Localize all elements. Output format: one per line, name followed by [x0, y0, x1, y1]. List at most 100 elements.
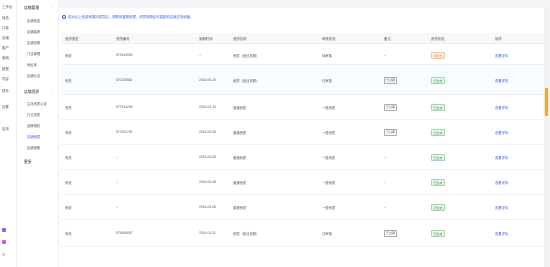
sidebar-item-entity-cert[interactable]: 主体资质认证	[27, 101, 47, 106]
cell-status: 一般资质	[322, 206, 336, 210]
rail-item-data[interactable]: 数据	[2, 66, 9, 71]
view-details-link[interactable]: 查看详情	[495, 155, 508, 160]
table-row: 有效 577314263 2024-04-19 普通资质 一般资质 已过期 已生…	[61, 95, 548, 120]
status-badge: 已生效	[431, 179, 445, 187]
status-badge: 待生效	[431, 52, 445, 60]
cell-name: 普通资质	[233, 181, 247, 185]
cell-type: 有效	[65, 79, 72, 83]
rail-item-apps[interactable]: 应用	[2, 126, 9, 131]
table-row: 有效 -- 2024-04-08 普通资质 一般资质 -- 已生效 查看详情	[61, 195, 548, 220]
cell-status: 已审核	[322, 79, 332, 83]
notice-banner: 如对以上信息有疑问或异议，请联系客服处理，资质到期后可能影响店铺正常经营。	[62, 14, 194, 20]
sidebar-group-qualification[interactable]: 店铺资质 ⌃	[24, 90, 54, 95]
view-details-link[interactable]: 查看详情	[495, 105, 508, 110]
cell-name: 普通资质	[233, 206, 247, 210]
cell-code: --	[116, 155, 119, 159]
cell-status: 一般资质	[322, 106, 336, 110]
th-action: 操作	[495, 37, 502, 41]
table-row: 有效 579140505 -- 资质（营业执照） 待审核 -- 待生效 查看详情	[61, 45, 548, 65]
cell-code: --	[116, 180, 119, 184]
sidebar-item-industry[interactable]: 行业资质	[27, 112, 40, 117]
cell-type: 有效	[65, 131, 72, 135]
chevron-up-icon: ⌃	[51, 90, 54, 94]
cell-date: 2024-04-08	[199, 180, 216, 184]
status-badge: 已生效	[431, 154, 445, 162]
cell-date: 2024-04-19	[199, 105, 216, 109]
cell-date: 2024-03-21	[199, 231, 216, 235]
info-icon	[62, 15, 66, 20]
note-tag: 已过期	[384, 77, 398, 84]
sidebar-item-address[interactable]: 地址库	[27, 62, 37, 67]
rail-item-marketing[interactable]: 营销	[2, 55, 9, 60]
cell-status: 已审核	[322, 232, 332, 236]
cell-status: 一般资质	[322, 181, 336, 185]
rail-item-content[interactable]: 内容	[2, 76, 9, 81]
note-tag: 已过期	[384, 104, 398, 111]
rail-item-settings[interactable]: 设置	[2, 104, 9, 109]
main-panel: 如对以上信息有疑问或异议，请联系客服处理，资质到期后可能影响店铺正常经营。 资质…	[59, 8, 548, 267]
view-details-link[interactable]: 查看详情	[495, 130, 508, 135]
status-badge: 已生效	[431, 129, 445, 137]
table-row: 有效 578340657 2024-03-21 资质（营业执照） 已审核 已过期…	[61, 220, 548, 247]
cell-type: 有效	[65, 54, 72, 58]
note-tag: 已过期	[384, 230, 398, 237]
rail-item-customers[interactable]: 客户	[2, 45, 9, 50]
table-row: 有效 -- 2024-04-08 普通资质 一般资质 -- 已生效 查看详情	[61, 170, 548, 195]
th-date: 到期时间	[199, 37, 213, 41]
cell-note: --	[384, 53, 387, 57]
rail-item-orders[interactable]: 订单	[2, 25, 9, 30]
cell-type: 有效	[65, 206, 72, 210]
cell-name: 资质（营业执照）	[233, 54, 260, 58]
assistant-icon[interactable]	[2, 228, 6, 232]
view-details-link[interactable]: 查看详情	[495, 78, 508, 83]
view-details-link[interactable]: 查看详情	[495, 53, 508, 58]
view-details-link[interactable]: 查看详情	[495, 180, 508, 185]
vertical-scrollbar[interactable]	[544, 8, 549, 267]
cell-name: 资质（营业执照）	[233, 79, 260, 83]
rail-item-shop[interactable]: 店铺	[2, 35, 9, 40]
cell-name: 普通资质	[233, 156, 247, 160]
view-details-link[interactable]: 查看详情	[495, 205, 508, 210]
sidebar-item-shop-info[interactable]: 店铺信息	[27, 18, 40, 23]
rail-item-workbench[interactable]: 工作台	[2, 4, 12, 9]
cell-code: 579140505	[116, 53, 133, 57]
cell-note: --	[384, 155, 387, 159]
cell-status: 一般资质	[322, 131, 336, 135]
status-badge: 已生效	[431, 204, 445, 212]
sidebar-item-stores[interactable]: 门店管理	[27, 51, 40, 56]
table-row: 有效 577301791 2024-04-08 普通资质 一般资质 已过期 已生…	[61, 120, 548, 145]
rail-item-goods[interactable]: 商品	[2, 15, 9, 20]
sidebar-item-shop-settings[interactable]: 店铺设置	[27, 40, 40, 45]
sidebar-item-certification[interactable]: 店铺认证	[27, 73, 40, 78]
cell-type: 有效	[65, 181, 72, 185]
rail-item-finance[interactable]: 财务	[2, 88, 9, 93]
collapse-icon[interactable]	[2, 253, 5, 256]
cell-date: 2024-04-08	[199, 130, 216, 134]
chevron-up-icon: ⌃	[51, 6, 54, 10]
sidebar-item-brand[interactable]: 品牌授权	[27, 123, 40, 128]
cell-date: 2024-04-08	[199, 155, 216, 159]
cell-type: 有效	[65, 106, 72, 110]
cell-code: 578340657	[116, 231, 133, 235]
cell-status: 待审核	[322, 54, 332, 58]
sidebar-item-qualification[interactable]: 店铺资质	[27, 134, 40, 139]
table-header: 资质类型 资质编号 到期时间 资质名称 审核状态 备注 资质状态 操作	[61, 33, 548, 44]
cell-note: --	[384, 180, 387, 184]
cell-date: 2024-04-08	[199, 205, 216, 209]
chat-icon[interactable]	[2, 240, 6, 244]
sidebar-item-filing[interactable]: 店铺报备	[27, 145, 40, 150]
cell-note: --	[384, 205, 387, 209]
cell-date: 2024-04-10	[199, 78, 216, 82]
scrollbar-thumb[interactable]	[545, 88, 548, 116]
th-state: 资质状态	[431, 37, 445, 41]
th-name: 资质名称	[233, 37, 247, 41]
status-badge: 已生效	[431, 230, 445, 238]
sidebar-item-decoration[interactable]: 店铺装修	[27, 29, 40, 34]
th-type: 资质类型	[65, 37, 79, 41]
sidebar-group-shop[interactable]: 店铺管理 ⌃	[24, 6, 54, 11]
sidebar-nav: 店铺管理 ⌃ 店铺信息 店铺装修 店铺设置 门店管理 地址库 店铺认证 店铺资质 ⌃…	[17, 0, 59, 267]
notice-text: 如对以上信息有疑问或异议，请联系客服处理，资质到期后可能影响店铺正常经营。	[68, 15, 194, 19]
cell-type: 有效	[65, 156, 72, 160]
sidebar-group-more[interactable]: 更多	[24, 160, 32, 165]
view-details-link[interactable]: 查看详情	[495, 231, 508, 236]
